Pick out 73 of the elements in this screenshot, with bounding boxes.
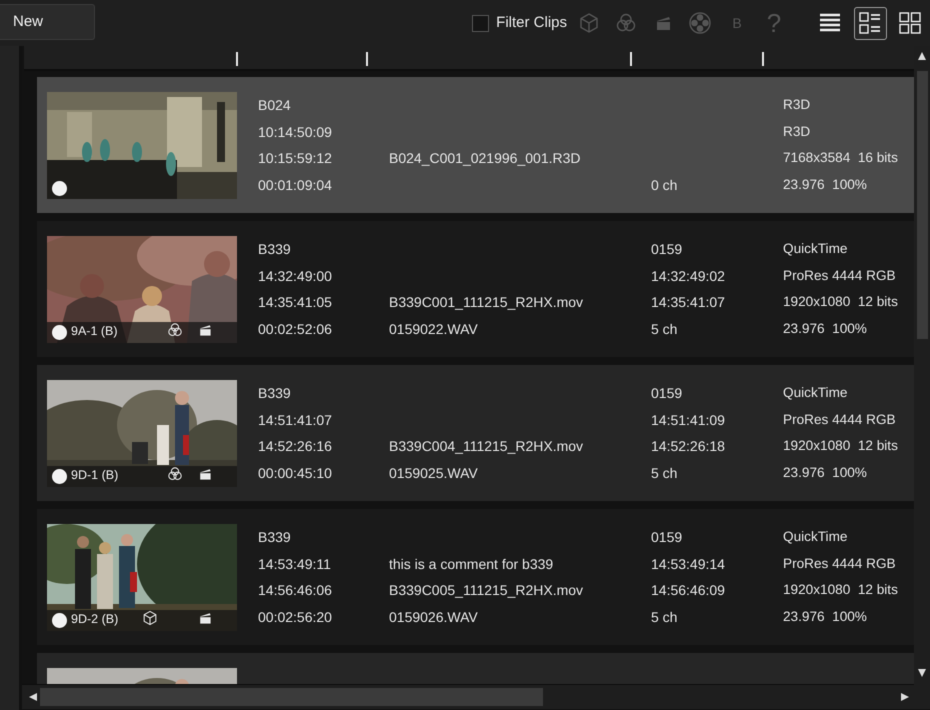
- file-text: 0159022.WAV: [389, 321, 478, 338]
- format-text: ProRes 4444 RGB: [783, 268, 896, 283]
- timecode-text: B339: [258, 385, 291, 401]
- filter-label: Filter Clips: [496, 12, 567, 33]
- format-text: QuickTime: [783, 241, 848, 256]
- scroll-right-arrow[interactable]: [901, 693, 909, 701]
- details-view-button[interactable]: [854, 6, 886, 40]
- timecode-text: 00:00:45:10: [258, 465, 332, 482]
- timecode-text: B024: [258, 97, 291, 113]
- file-text: B024_C001_021996_001.R3D: [389, 150, 580, 166]
- timecode-text: 10:15:59:12: [258, 150, 332, 166]
- format-text: QuickTime: [783, 385, 848, 400]
- timecode-text: 14:56:46:06: [258, 582, 332, 598]
- clip-row[interactable]: 9D-1 (B) B339 14:51:41:07 14:52:26:16 00:00:45:10 B339C004_111215_R2HX.mov 0159025.WAV 0159 14:51:41:09 14:52:26:18 5 ch QuickTime ProRes 4444 RGB 1920x1080 12 bits 23.976 100%: [37, 365, 914, 501]
- clip-label: 9A-1 (B): [71, 323, 118, 340]
- scrollbar-thumb[interactable]: [917, 71, 928, 339]
- clip-label: 9D-2 (B): [71, 611, 118, 628]
- details-view-icon: [857, 10, 883, 36]
- clip-row[interactable]: [37, 509, 914, 645]
- new-button[interactable]: New: [0, 4, 95, 40]
- clip-row[interactable]: 9A-1 (B) B339 14:32:49:00 14:35:41:05 00:02:52:06 B339C001_111215_R2HX.mov 0159022.WAV 0159 14:32:49:02 14:35:41:07 5 ch QuickTime ProRes 4444 RGB 1920x1080 12 bits 23.976 100%: [37, 221, 914, 357]
- format-text: 23.976 100%: [783, 465, 867, 480]
- scroll-up-arrow[interactable]: [918, 52, 926, 60]
- file-text: B339C001_111215_R2HX.mov: [389, 294, 584, 310]
- audio-text: 5 ch: [651, 609, 678, 626]
- format-text: R3D: [783, 124, 810, 139]
- timecode-text: 14:32:49:00: [258, 268, 332, 284]
- format-text: QuickTime: [783, 529, 848, 544]
- audio-text: 14:51:41:09: [651, 412, 725, 428]
- file-text: 0159025.WAV: [389, 465, 478, 482]
- file-text: B339C005_111215_R2HX.mov: [389, 582, 584, 598]
- audio-text: 0 ch: [651, 177, 678, 194]
- audio-text: 14:32:49:02: [651, 268, 725, 284]
- format-text: 23.976 100%: [783, 609, 867, 624]
- timecode-text: B339: [258, 529, 291, 545]
- horizontal-scrollbar[interactable]: [22, 684, 930, 709]
- audio-text: 14:35:41:07: [651, 294, 725, 310]
- file-text: this is a comment for b339: [389, 556, 554, 572]
- clip-label: 9D-1 (B): [71, 467, 118, 484]
- scrollbar-thumb[interactable]: [40, 688, 543, 706]
- timecode-text: 00:01:09:04: [258, 177, 332, 194]
- format-text: ProRes 4444 RGB: [783, 412, 896, 427]
- timecode-text: 00:02:52:06: [258, 321, 332, 338]
- audio-text: 14:52:26:18: [651, 438, 725, 454]
- format-text: 23.976 100%: [783, 177, 867, 192]
- audio-text: 5 ch: [651, 465, 678, 482]
- format-text: 1920x1080 12 bits: [783, 438, 898, 454]
- format-text: R3D: [783, 97, 810, 112]
- audio-text: 0159: [651, 385, 682, 401]
- timecode-text: 00:02:56:20: [258, 609, 332, 626]
- audio-text: 14:53:49:14: [651, 556, 725, 572]
- audio-text: 14:56:46:09: [651, 582, 725, 598]
- file-text: B339C004_111215_R2HX.mov: [389, 438, 584, 454]
- filter-checkbox[interactable]: [472, 14, 490, 32]
- timecode-text: B339: [258, 241, 291, 257]
- audio-text: 5 ch: [651, 321, 678, 338]
- audio-text: 0159: [651, 529, 682, 545]
- format-text: 1920x1080 12 bits: [783, 582, 898, 598]
- timecode-text: 14:53:49:11: [258, 556, 331, 572]
- grid-view-icon: [897, 10, 923, 36]
- timecode-text: 14:35:41:05: [258, 294, 332, 310]
- timecode-text: 10:14:50:09: [258, 124, 332, 140]
- audio-text: 0159: [651, 241, 682, 257]
- format-text: 7168x3584 16 bits: [783, 150, 898, 166]
- scroll-down-arrow[interactable]: [918, 669, 926, 677]
- format-text: 23.976 100%: [783, 321, 867, 336]
- format-text: ProRes 4444 RGB: [783, 556, 896, 571]
- format-text: 1920x1080 12 bits: [783, 294, 898, 310]
- file-text: 0159026.WAV: [389, 609, 478, 626]
- timecode-text: 14:52:26:16: [258, 438, 332, 454]
- scroll-left-arrow[interactable]: [29, 693, 37, 701]
- clip-row[interactable]: B024 10:14:50:09 10:15:59:12 00:01:09:04 B024_C001_021996_001.R3D 0 ch R3D R3D 7168x3584 16 bits 23.976 100%: [37, 77, 914, 213]
- timecode-text: 14:51:41:07: [258, 412, 332, 428]
